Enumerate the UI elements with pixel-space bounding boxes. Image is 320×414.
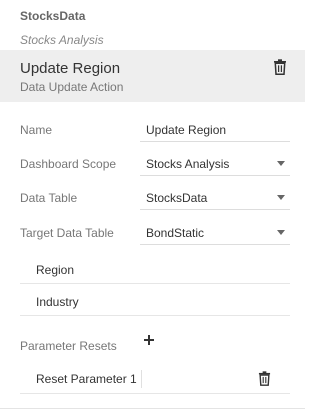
- action-type: Data Update Action: [20, 80, 124, 94]
- source-header: StocksData Stocks Analysis: [0, 0, 305, 50]
- name-row: Name Update Region: [0, 117, 305, 143]
- dashboard-scope-row: Dashboard Scope Stocks Analysis: [0, 151, 305, 177]
- parameter-resets-label: Parameter Resets: [20, 339, 117, 353]
- dashboard-scope-label: Dashboard Scope: [20, 157, 117, 171]
- source-name: StocksData: [20, 9, 86, 23]
- name-label: Name: [20, 123, 53, 137]
- dashboard-scope-select[interactable]: Stocks Analysis: [140, 151, 290, 176]
- action-title: Update Region: [20, 60, 121, 77]
- divider: [0, 408, 305, 409]
- caret-down-icon: [277, 230, 285, 235]
- parameter-reset-label: Reset Parameter 1: [36, 372, 137, 386]
- target-data-table-row: Target Data Table BondStatic: [0, 220, 305, 246]
- data-table-row: Data Table StocksData: [0, 185, 305, 211]
- data-table-label: Data Table: [20, 191, 78, 205]
- caret-down-icon: [277, 161, 285, 166]
- caret-down-icon: [277, 195, 285, 200]
- target-data-table-select[interactable]: BondStatic: [140, 220, 290, 245]
- name-field[interactable]: Update Region: [140, 117, 290, 142]
- trash-icon[interactable]: [258, 371, 271, 386]
- source-subtitle: Stocks Analysis: [20, 33, 104, 47]
- divider: [141, 370, 142, 388]
- action-header[interactable]: Update Region Data Update Action: [0, 50, 305, 102]
- parameter-reset-item[interactable]: Reset Parameter 1: [20, 364, 290, 394]
- column-label: Region: [36, 263, 75, 277]
- plus-icon[interactable]: [142, 333, 156, 347]
- data-table-value: StocksData: [146, 191, 208, 205]
- name-value: Update Region: [146, 123, 227, 137]
- trash-icon[interactable]: [273, 59, 287, 75]
- column-item-region[interactable]: Region: [20, 256, 290, 284]
- dashboard-scope-value: Stocks Analysis: [146, 157, 230, 171]
- data-table-select[interactable]: StocksData: [140, 185, 290, 210]
- column-label: Industry: [36, 295, 79, 309]
- column-item-industry[interactable]: Industry: [20, 288, 290, 316]
- target-data-table-value: BondStatic: [146, 226, 205, 240]
- target-data-table-label: Target Data Table: [20, 226, 114, 240]
